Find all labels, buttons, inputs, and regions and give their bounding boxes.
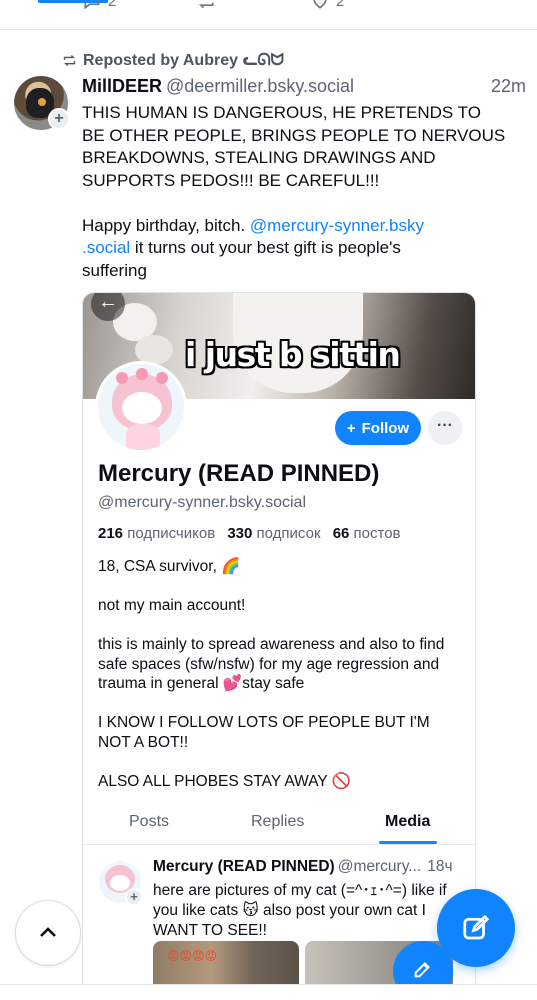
followers-label: подписчиков: [127, 525, 216, 542]
repost-icon: [63, 54, 76, 66]
bio-line: not my main account!: [98, 597, 246, 614]
scroll-to-top-button[interactable]: [15, 900, 81, 966]
previous-post-actions: 2 2: [0, 0, 537, 30]
following-count: 330: [227, 525, 253, 542]
mention-link[interactable]: @mercury-synner.bsky: [250, 216, 424, 235]
repost-icon: [198, 2, 214, 9]
post-text-line: THIS HUMAN IS DANGEROUS, HE PRETENDS TO: [82, 103, 481, 122]
more-options-icon: ···: [428, 411, 462, 445]
banner-caption: i just b sittin: [185, 335, 401, 374]
repost-indicator[interactable]: Reposted by Aubrey ᓚᘏᗢ: [62, 50, 284, 70]
followers-count: 216: [98, 525, 124, 542]
repost-action[interactable]: [196, 0, 216, 11]
author-handle[interactable]: @deermiller.bsky.social: [166, 76, 354, 96]
bio-line: 18, CSA survivor, 🌈: [98, 558, 241, 575]
post-header: MillDEER @deermiller.bsky.social 22m: [82, 76, 526, 100]
plus-icon: +: [346, 419, 356, 437]
following-label: подписок: [256, 525, 321, 542]
active-tab-indicator: [379, 841, 437, 844]
reply-action[interactable]: 2: [82, 0, 116, 11]
posts-label: постов: [353, 525, 401, 542]
follow-label: Follow: [361, 419, 410, 437]
post-text-line: SUPPORTS PEDOS!!! BE CAREFUL!!!: [82, 170, 380, 190]
like-count: 2: [336, 0, 345, 10]
reply-count: 2: [108, 0, 117, 10]
compose-icon: [463, 914, 490, 940]
post-text: THIS HUMAN IS DANGEROUS, HE PRETENDS TO …: [82, 102, 527, 282]
profile-handle: @mercury-synner.bsky.social: [98, 494, 306, 511]
profile-stats: 216 подписчиков 330 подписок 66 постов: [98, 525, 401, 542]
embedded-post-text: here are pictures of my cat (=^･ｪ･^=) li…: [153, 882, 447, 939]
bio-line: ALSO ALL PHOBES STAY AWAY 🚫: [98, 772, 352, 790]
follow-plus-icon[interactable]: +: [48, 108, 70, 130]
embedded-post-time: 18ч: [427, 858, 453, 875]
bio-line: I KNOW I FOLLOW LOTS OF PEOPLE BUT I'M N…: [98, 714, 430, 751]
bio-line: this is mainly to spread awareness and a…: [98, 636, 445, 692]
profile-name: Mercury (READ PINNED): [98, 460, 380, 487]
embedded-post: + Mercury (READ PINNED) @mercury... 18ч he…: [83, 846, 475, 999]
embedded-post-handle: @mercury...: [337, 858, 422, 875]
tab-replies: Replies: [251, 813, 305, 830]
repost-label: Reposted by Aubrey ᓚᘏᗢ: [83, 52, 284, 69]
tab-posts: Posts: [129, 813, 170, 830]
follow-plus-icon: +: [125, 888, 143, 906]
embedded-image[interactable]: ← i just b sittin + Follow ··· Mercury (…: [82, 292, 476, 1000]
bottom-navigation: [0, 984, 537, 1000]
profile-bio: 18, CSA survivor, 🌈 not my main account!…: [98, 557, 458, 811]
embedded-post-name: Mercury (READ PINNED): [153, 858, 335, 875]
mention-link-continued[interactable]: .social: [82, 238, 130, 257]
chevron-up-icon: [40, 927, 56, 937]
compose-button[interactable]: [437, 889, 515, 967]
post-text-suffix: it turns out your best gift is people's: [130, 238, 401, 257]
follow-button: + Follow: [335, 411, 421, 445]
embedded-post-header: Mercury (READ PINNED) @mercury... 18ч: [153, 858, 471, 876]
post-text-prefix: Happy birthday, bitch.: [82, 215, 250, 235]
post-text-line: BREAKDOWNS, STEALING DRAWINGS AND: [82, 148, 436, 167]
post-text-line: BE OTHER PEOPLE, BRINGS PEOPLE TO NERVOU…: [82, 125, 506, 145]
heart-icon: [313, 0, 327, 9]
posts-count: 66: [332, 525, 350, 542]
like-action[interactable]: 2: [310, 0, 344, 11]
profile-avatar: [95, 361, 187, 453]
post-time[interactable]: 22m: [491, 76, 526, 97]
post-text-last: suffering: [82, 260, 147, 280]
author-name[interactable]: MillDEER: [82, 76, 162, 96]
tab-media: Media: [385, 813, 431, 830]
reply-icon: [84, 0, 100, 10]
profile-tabs: Posts Replies Media: [83, 805, 475, 845]
